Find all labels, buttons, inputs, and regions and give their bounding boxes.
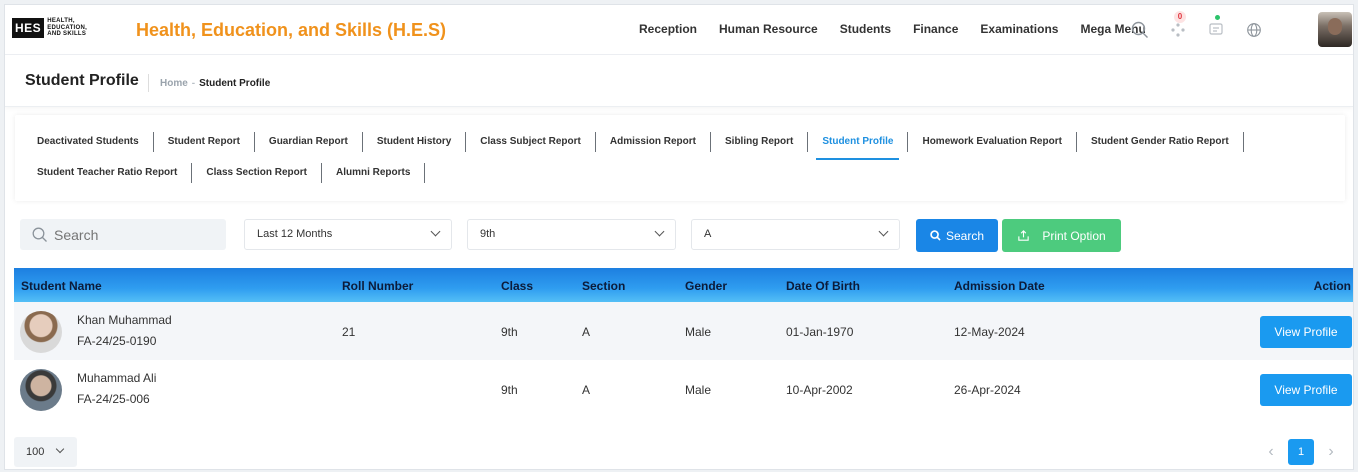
upload-icon <box>1018 230 1030 241</box>
tab-student-teacher-ratio-report[interactable]: Student Teacher Ratio Report <box>27 163 193 183</box>
app-title: Health, Education, and Skills (H.E.S) <box>136 20 447 40</box>
breadcrumb-separator: - <box>191 78 196 89</box>
student-name: Khan Muhammad <box>77 313 172 327</box>
page-number[interactable]: 1 <box>1288 439 1314 465</box>
col-roll-number[interactable]: Roll Number <box>342 279 413 293</box>
tab-homework-evaluation-report[interactable]: Homework Evaluation Report <box>908 132 1077 152</box>
tab-student-profile[interactable]: Student Profile <box>808 132 909 160</box>
view-profile-button[interactable]: View Profile <box>1260 316 1352 348</box>
dob-cell: 10-Apr-2002 <box>786 383 853 397</box>
page-header: Student Profile Home - Student Profile <box>5 55 1353 107</box>
tabs-row-1: Deactivated Students Student Report Guar… <box>27 132 1244 160</box>
student-photo <box>20 311 62 353</box>
tab-alumni-reports[interactable]: Alumni Reports <box>322 163 426 183</box>
gender-cell: Male <box>685 383 712 397</box>
breadcrumb-home[interactable]: Home <box>160 78 188 89</box>
view-profile-button[interactable]: View Profile <box>1260 374 1352 406</box>
next-page-icon[interactable]: › <box>1318 439 1344 465</box>
student-photo <box>20 369 62 411</box>
admission-date-cell: 26-Apr-2024 <box>954 383 1021 397</box>
table-header: Student Name Roll Number Class Section G… <box>14 268 1353 302</box>
student-id: FA-24/25-006 <box>77 392 150 406</box>
student-id: FA-24/25-0190 <box>77 334 157 348</box>
table-row: Khan Muhammad FA-24/25-0190 21 9th A Mal… <box>14 302 1353 360</box>
nav-students[interactable]: Students <box>840 22 891 36</box>
logo-mark: HES <box>12 18 45 38</box>
tab-deactivated-students[interactable]: Deactivated Students <box>27 132 154 152</box>
top-icons: 0 <box>1123 11 1271 47</box>
col-action: Action <box>1313 279 1351 293</box>
apps-icon[interactable]: 0 <box>1161 11 1195 47</box>
online-dot <box>1215 15 1220 20</box>
col-date-of-birth[interactable]: Date Of Birth <box>786 279 860 293</box>
logo[interactable]: HES HEALTH, EDUCATION, AND SKILLS <box>12 18 87 38</box>
search-input[interactable] <box>54 226 204 243</box>
section-select[interactable]: A <box>691 219 900 250</box>
col-admission-date[interactable]: Admission Date <box>954 279 1045 293</box>
tab-class-subject-report[interactable]: Class Subject Report <box>466 132 596 152</box>
tab-student-gender-ratio-report[interactable]: Student Gender Ratio Report <box>1077 132 1244 152</box>
search-icon <box>32 227 47 242</box>
filter-bar: Last 12 Months 9th A Search Print Option <box>15 205 1345 264</box>
dob-cell: 01-Jan-1970 <box>786 325 854 339</box>
breadcrumb: Home - Student Profile <box>160 78 270 89</box>
table-row: Muhammad Ali FA-24/25-006 9th A Male 10-… <box>14 360 1353 418</box>
search-box <box>20 219 226 250</box>
class-select[interactable]: 9th <box>467 219 676 250</box>
tab-class-section-report[interactable]: Class Section Report <box>192 163 322 183</box>
nav-finance[interactable]: Finance <box>913 22 958 36</box>
tabs-row-2: Student Teacher Ratio Report Class Secti… <box>27 163 426 183</box>
nav-examinations[interactable]: Examinations <box>980 22 1058 36</box>
period-select[interactable]: Last 12 Months <box>244 219 452 250</box>
class-value: 9th <box>480 228 496 240</box>
col-class[interactable]: Class <box>501 279 533 293</box>
search-button-label: Search <box>945 228 985 243</box>
tab-student-report[interactable]: Student Report <box>154 132 255 152</box>
section-cell: A <box>582 383 591 397</box>
notification-badge: 0 <box>1174 11 1186 23</box>
page-size-select[interactable]: 100 <box>14 437 77 467</box>
chat-icon[interactable] <box>1199 13 1233 47</box>
chevron-down-icon <box>430 226 441 237</box>
header-divider <box>148 74 149 92</box>
student-name: Muhammad Ali <box>77 371 157 385</box>
top-bar: HES HEALTH, EDUCATION, AND SKILLS Health… <box>5 5 1353 55</box>
print-option-label: Print Option <box>1042 228 1106 243</box>
search-icon <box>930 230 941 241</box>
report-tabs: Deactivated Students Student Report Guar… <box>15 115 1345 201</box>
globe-icon[interactable] <box>1237 13 1271 47</box>
page-size-value: 100 <box>26 446 45 458</box>
tab-admission-report[interactable]: Admission Report <box>596 132 711 152</box>
logo-words: HEALTH, EDUCATION, AND SKILLS <box>47 18 88 38</box>
tab-guardian-report[interactable]: Guardian Report <box>255 132 363 152</box>
section-value: A <box>704 228 712 240</box>
chevron-down-icon <box>55 444 65 454</box>
breadcrumb-current: Student Profile <box>199 78 271 89</box>
class-cell: 9th <box>501 383 518 397</box>
pagination: ‹ 1 › <box>1258 439 1344 465</box>
app-frame: HES HEALTH, EDUCATION, AND SKILLS Health… <box>4 4 1354 470</box>
top-nav: Reception Human Resource Students Financ… <box>639 22 1168 36</box>
print-option-button[interactable]: Print Option <box>1002 219 1121 252</box>
page-title: Student Profile <box>25 72 139 89</box>
col-section[interactable]: Section <box>582 279 625 293</box>
user-avatar[interactable] <box>1318 12 1352 47</box>
prev-page-icon[interactable]: ‹ <box>1258 439 1284 465</box>
search-button[interactable]: Search <box>916 219 998 252</box>
roll-number: 21 <box>342 325 356 339</box>
period-value: Last 12 Months <box>257 228 333 240</box>
class-cell: 9th <box>501 325 518 339</box>
chevron-down-icon <box>878 226 889 237</box>
admission-date-cell: 12-May-2024 <box>954 325 1025 339</box>
nav-human-resource[interactable]: Human Resource <box>719 22 818 36</box>
search-icon[interactable] <box>1123 13 1157 47</box>
gender-cell: Male <box>685 325 712 339</box>
col-student-name[interactable]: Student Name <box>21 279 102 293</box>
tab-student-history[interactable]: Student History <box>363 132 467 152</box>
col-gender[interactable]: Gender <box>685 279 727 293</box>
nav-reception[interactable]: Reception <box>639 22 697 36</box>
tab-sibling-report[interactable]: Sibling Report <box>711 132 809 152</box>
chevron-down-icon <box>654 226 665 237</box>
section-cell: A <box>582 325 591 339</box>
